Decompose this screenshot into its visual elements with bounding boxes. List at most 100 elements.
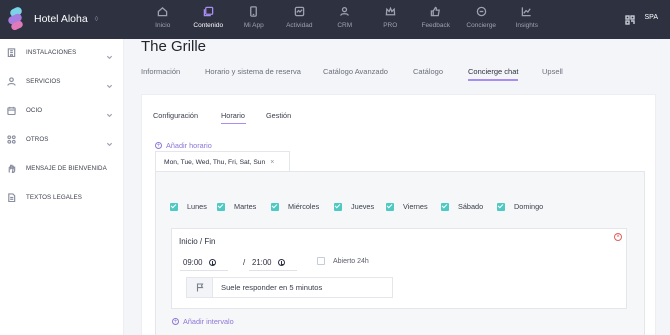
thumbs-up-icon [430,6,441,17]
chart-icon [521,7,531,17]
qr-code-button[interactable] [624,12,635,25]
sidebar-item-label: OCIO [26,106,43,114]
nav-concierge[interactable]: Concierge [459,0,505,39]
users-icon [340,7,350,16]
document-icon [8,192,16,202]
schedule-days-tab[interactable]: Mon, Tue, Wed, Thu, Fri, Sat, Sun × [155,151,290,172]
hotel-selector[interactable]: Hotel Aloha ◊ [6,5,99,32]
nav-actividad[interactable]: Actividad [277,0,323,39]
nav-label: PRO [383,22,398,29]
time-slot-title: Inicio / Fin [179,237,216,246]
subtab-horario[interactable]: Horario [221,111,245,120]
header-tools: SPA [624,12,659,25]
chevron-down-icon[interactable] [106,106,113,118]
subtab-gestion[interactable]: Gestión [266,111,291,120]
checkbox-checked-icon [271,202,279,211]
add-schedule-link[interactable]: + Añadir horario [155,141,212,150]
plus-icon: + [155,142,162,149]
tab-catalogo[interactable]: Catálogo [413,67,443,76]
chevron-down-icon[interactable] [106,48,113,60]
day-checkbox-miercoles[interactable]: Miércoles [271,202,319,211]
end-time-underline [249,270,297,271]
sidebar-item-servicios[interactable]: SERVICIOS [0,69,124,93]
day-label: Domingo [514,202,544,211]
nav-label: Inicio [155,22,171,29]
page-title: The Grille [141,38,207,55]
sidebar-item-label: TEXTOS LEGALES [26,193,82,201]
top-navigation-bar: Hotel Aloha ◊ Inicio Contenido Mi App Ac… [0,0,670,39]
day-checkbox-sabado[interactable]: Sábado [441,202,483,211]
nav-feedback[interactable]: Feedback [413,0,459,39]
checkbox-checked-icon [170,202,178,211]
clock-icon [208,259,216,266]
tab-informacion[interactable]: Información [141,67,180,76]
day-label: Sábado [458,202,484,211]
sidebar-item-label: INSTALACIONES [26,48,77,56]
nav-label: Mi App [243,22,264,29]
nav-pro[interactable]: PRO [368,0,414,39]
hotel-name: Hotel Aloha [34,13,88,25]
selector-caret-icon: ◊ [94,15,99,23]
add-schedule-label: Añadir horario [166,141,212,150]
main-nav: Inicio Contenido Mi App Actividad CRM PR… [140,0,550,39]
calendar-icon [7,106,16,115]
building-icon [7,47,16,57]
plus-icon: + [172,318,179,325]
sidebar-item-instalaciones[interactable]: INSTALACIONES [0,40,124,64]
chat-icon [476,6,487,17]
sidebar-item-ocio[interactable]: OCIO [0,98,124,122]
hand-icon [8,164,16,173]
tab-concierge-chat[interactable]: Concierge chat [468,67,518,76]
add-interval-label: Añadir intervalo [183,317,234,326]
home-icon [157,6,168,17]
tab-upsell[interactable]: Upsell [542,67,563,76]
sidebar-item-textos-legales[interactable]: TEXTOS LEGALES [0,185,124,209]
nav-mi-app[interactable]: Mi App [231,0,277,39]
app-logo [6,5,26,32]
time-separator: / [243,258,246,267]
sidebar-item-label: OTROS [26,135,49,143]
nav-insights[interactable]: Insights [504,0,550,39]
remove-slot-icon[interactable]: × [614,233,622,241]
end-time-value: 21:00 [252,258,272,267]
response-time-field[interactable]: Suele responder en 5 minutos [186,277,393,298]
open-24h-label: Abierto 24h [333,257,369,265]
service-icon [7,76,16,86]
add-interval-link[interactable]: + Añadir intervalo [172,317,234,326]
start-time-underline [180,270,228,271]
day-checkbox-viernes[interactable]: Viernes [386,202,428,211]
close-icon[interactable]: × [270,159,274,166]
sidebar-item-otros[interactable]: OTROS [0,127,124,151]
sidebar-item-mensaje-bienvenida[interactable]: MENSAJE DE BIENVENIDA [0,156,124,180]
sidebar-item-label: MENSAJE DE BIENVENIDA [26,164,107,172]
day-checkbox-domingo[interactable]: Domingo [497,202,543,211]
day-checkbox-lunes[interactable]: Lunes [170,202,207,211]
days-chip-label: Mon, Tue, Wed, Thu, Fri, Sat, Sun [164,158,266,166]
chevron-down-icon[interactable] [106,135,113,147]
nav-inicio[interactable]: Inicio [140,0,186,39]
checkbox-unchecked-icon [317,257,325,265]
phone-icon [250,6,258,17]
tab-horario-reserva[interactable]: Horario y sistema de reserva [205,67,301,76]
day-label: Viernes [403,202,428,211]
content-icon [203,6,214,17]
nav-crm[interactable]: CRM [322,0,368,39]
subtab-configuracion[interactable]: Configuración [153,111,198,120]
day-label: Lunes [187,202,207,211]
open-24h-checkbox[interactable]: Abierto 24h [317,257,369,265]
nav-label: Feedback [421,22,451,29]
checkbox-checked-icon [441,202,449,211]
nav-contenido[interactable]: Contenido [186,0,232,39]
chevron-down-icon[interactable] [106,77,113,89]
day-checkbox-martes[interactable]: Martes [217,202,256,211]
day-checkbox-jueves[interactable]: Jueves [334,202,374,211]
nav-label: Contenido [193,22,224,29]
nav-label: Insights [515,22,538,29]
user-menu[interactable]: SPA [645,14,659,21]
start-time-input[interactable]: 09:00 [183,258,216,267]
day-label: Martes [234,202,257,211]
activity-icon [294,6,305,17]
tab-catalogo-avanzado[interactable]: Catálogo Avanzado [323,67,388,76]
crown-icon [385,6,396,16]
end-time-input[interactable]: 21:00 [252,258,285,267]
